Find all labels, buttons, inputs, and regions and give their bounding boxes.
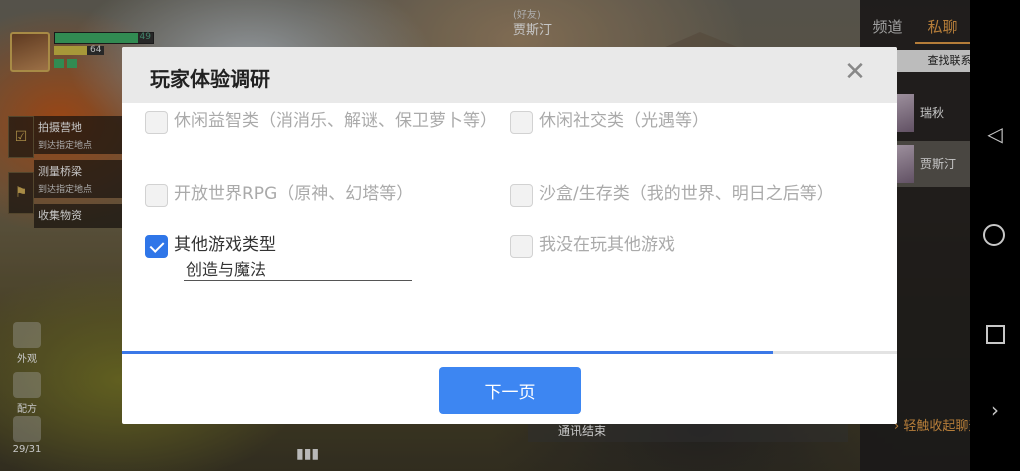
checkbox-open-world-rpg[interactable] xyxy=(145,184,168,207)
dialog-title: 玩家体验调研 xyxy=(150,67,270,91)
other-game-input[interactable] xyxy=(184,256,412,281)
next-page-button[interactable]: 下一页 xyxy=(439,367,581,414)
dialog-header: 玩家体验调研 ✕ xyxy=(122,47,897,103)
checkbox-no-other-games[interactable] xyxy=(510,235,533,258)
checkbox-casual-social[interactable] xyxy=(510,111,533,134)
checkbox-casual-puzzle[interactable] xyxy=(145,111,168,134)
option-other-games[interactable]: 其他游戏类型 xyxy=(174,233,474,257)
option-casual-social[interactable]: 休闲社交类（光遇等） xyxy=(539,109,869,133)
option-sandbox-survival[interactable]: 沙盒/生存类（我的世界、明日之后等） xyxy=(539,182,884,206)
close-icon[interactable]: ✕ xyxy=(843,59,867,85)
option-open-world-rpg[interactable]: 开放世界RPG（原神、幻塔等） xyxy=(174,182,494,206)
survey-progress-bar xyxy=(122,351,897,354)
survey-dialog: 玩家体验调研 ✕ 休闲益智类（消消乐、解谜、保卫萝卜等） 休闲社交类（光遇等） … xyxy=(122,47,897,424)
checkbox-sandbox-survival[interactable] xyxy=(510,184,533,207)
checkbox-other-games[interactable] xyxy=(145,235,168,258)
option-casual-puzzle[interactable]: 休闲益智类（消消乐、解谜、保卫萝卜等） xyxy=(174,109,497,133)
survey-progress-fill xyxy=(122,351,773,354)
option-no-other-games[interactable]: 我没在玩其他游戏 xyxy=(539,233,839,257)
